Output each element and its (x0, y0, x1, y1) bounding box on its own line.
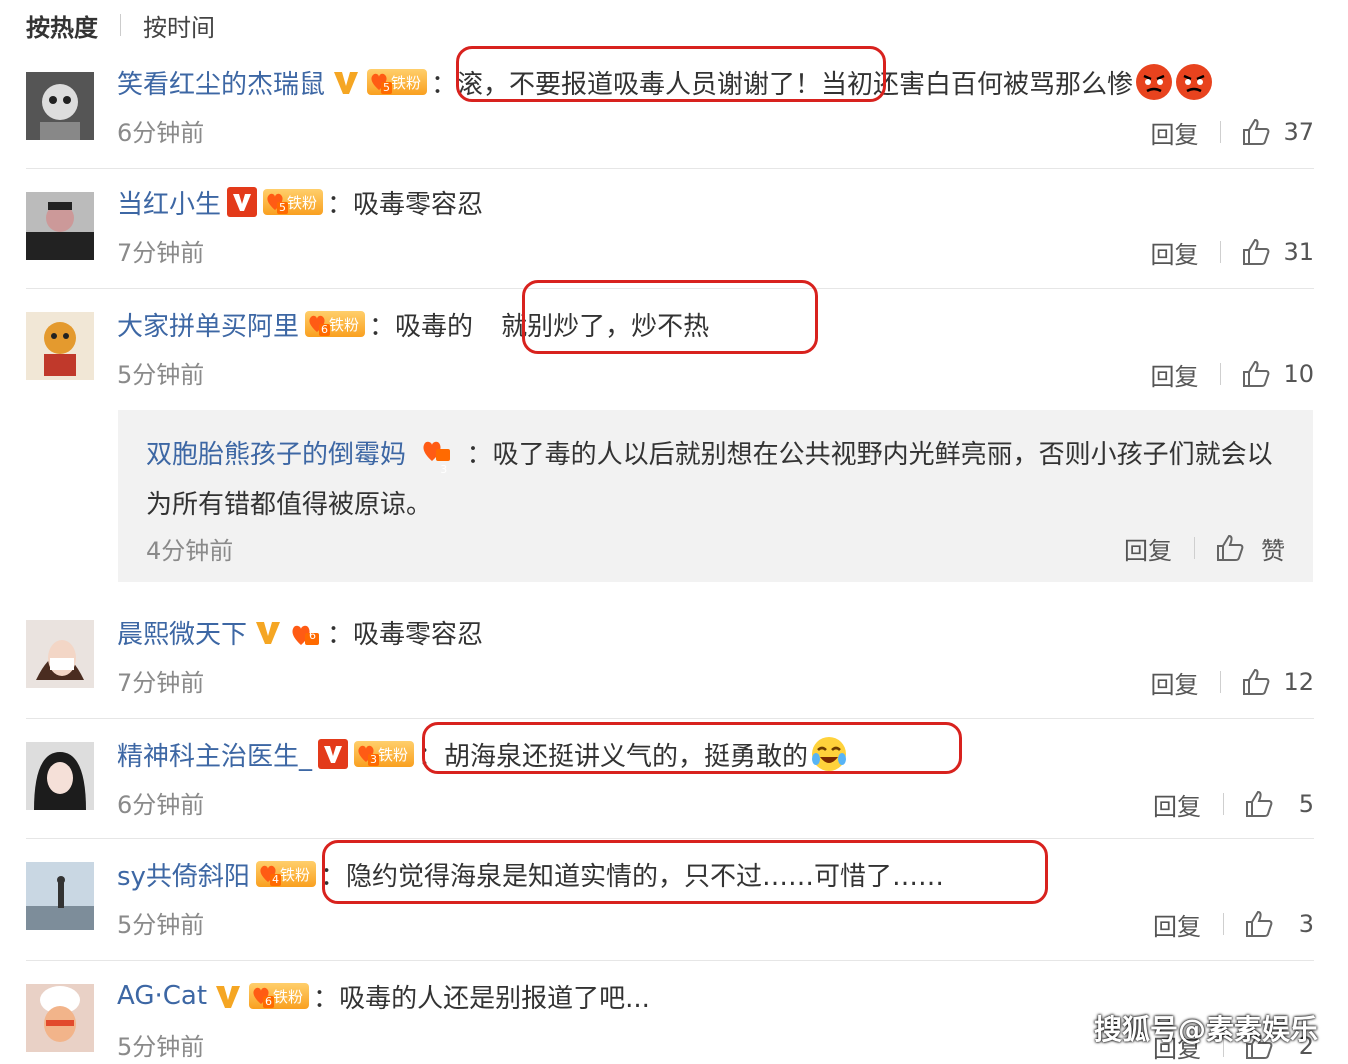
like-thumb-icon[interactable] (1241, 667, 1271, 697)
comment-time: 7分钟前 (117, 668, 205, 697)
sort-by-time-tab[interactable]: 按时间 (143, 8, 215, 43)
comment-text: 吸毒的人还是别报道了吧... (339, 983, 650, 1014)
reply-button[interactable]: 回复 (1153, 907, 1201, 942)
like-thumb-icon[interactable] (1241, 237, 1271, 267)
divider (26, 168, 1314, 169)
comment-text: 吸毒零容忍 (353, 619, 484, 650)
like-count: 31 (1283, 238, 1314, 266)
reply-button[interactable]: 回复 (1153, 787, 1201, 822)
username-link[interactable]: 笑看红尘的杰瑞鼠 (117, 64, 325, 101)
fan-badge: 5 铁粉 (263, 189, 324, 215)
like-thumb-icon[interactable] (1244, 909, 1274, 939)
reply-button[interactable]: 回复 (1150, 235, 1198, 270)
comment-text: 吸毒的 (395, 311, 474, 342)
watermark: 搜狐号@素素娱乐 (1093, 1013, 1318, 1046)
comment-time: 5分钟前 (117, 910, 205, 939)
sub-reply-content: 双胞胎熊孩子的倒霉妈 3 ：吸了毒的人以后就别想在公共视野内光鲜亮丽，否则小孩子… (146, 430, 1286, 530)
avatar[interactable] (26, 312, 94, 380)
like-count: 3 (1298, 910, 1314, 938)
comment-time: 5分钟前 (117, 360, 205, 389)
comment-item: 当红小生 5 铁粉 ：吸毒零容忍 7分钟前 回复 31 (26, 187, 1314, 282)
highlight-annotation (456, 46, 886, 102)
highlight-annotation (322, 840, 1048, 904)
comment-time: 7分钟前 (117, 238, 205, 267)
fan-badge: 4 铁粉 (255, 861, 316, 887)
avatar[interactable] (26, 984, 94, 1052)
like-thumb-icon[interactable] (1241, 359, 1271, 389)
heart-icon (423, 441, 451, 461)
sub-reply-actions: 回复 赞 (1124, 530, 1285, 566)
fan-badge: 6 (289, 617, 323, 647)
reply-button[interactable]: 回复 (1124, 531, 1172, 566)
comment-time: 5分钟前 (117, 1032, 205, 1061)
like-count: 10 (1283, 360, 1314, 388)
sort-by-hot-tab[interactable]: 按热度 (26, 8, 98, 43)
like-thumb-icon[interactable] (1241, 117, 1271, 147)
fan-badge: 6 铁粉 (249, 983, 310, 1009)
divider (26, 838, 1314, 839)
like-count: 5 (1298, 790, 1314, 818)
fan-badge: 3 铁粉 (354, 741, 415, 767)
verified-v-icon (216, 986, 241, 1008)
comment-time: 6分钟前 (117, 118, 205, 147)
verified-v-icon (334, 72, 359, 94)
like-label[interactable]: 赞 (1257, 531, 1285, 566)
reply-button[interactable]: 回复 (1150, 665, 1198, 700)
avatar[interactable] (26, 620, 94, 688)
avatar[interactable] (26, 862, 94, 930)
username-link[interactable]: AG·Cat (117, 981, 207, 1011)
verified-v-icon (227, 187, 258, 217)
comment-actions: 回复 31 (1150, 234, 1314, 270)
divider (26, 960, 1314, 961)
comment-actions: 回复 37 (1150, 114, 1314, 150)
sub-reply-time: 4分钟前 (146, 536, 234, 565)
comment-text: 吸毒零容忍 (353, 189, 484, 220)
comment-actions: 回复 3 (1153, 906, 1314, 942)
comment-actions: 回复 5 (1153, 786, 1314, 822)
highlight-annotation (422, 722, 962, 774)
like-thumb-icon[interactable] (1244, 789, 1274, 819)
like-thumb-icon[interactable] (1215, 533, 1245, 563)
username-link[interactable]: 大家拼单买阿里 (117, 306, 299, 343)
comment-actions: 回复 10 (1150, 356, 1314, 392)
sub-reply-username-link[interactable]: 双胞胎熊孩子的倒霉妈 (146, 440, 406, 470)
like-count: 12 (1283, 668, 1314, 696)
comment-line: 晨熙微天下 6 ：吸毒零容忍 (117, 614, 483, 650)
username-link[interactable]: 当红小生 (117, 184, 221, 221)
comment-line: AG·Cat 6 铁粉 ：吸毒的人还是别报道了吧... (117, 978, 650, 1014)
comment-line: 当红小生 5 铁粉 ：吸毒零容忍 (117, 184, 483, 220)
sub-reply-box: 双胞胎熊孩子的倒霉妈 3 ：吸了毒的人以后就别想在公共视野内光鲜亮丽，否则小孩子… (118, 410, 1313, 582)
like-count: 37 (1283, 118, 1314, 146)
fan-badge: 3 (420, 433, 454, 476)
angry-face-emoji-icon (1136, 64, 1173, 100)
verified-v-icon (256, 622, 281, 644)
avatar[interactable] (26, 72, 94, 140)
avatar[interactable] (26, 742, 94, 810)
comment-actions: 回复 12 (1150, 664, 1314, 700)
reply-button[interactable]: 回复 (1150, 115, 1198, 150)
username-link[interactable]: 晨熙微天下 (117, 614, 247, 651)
angry-face-emoji-icon (1176, 64, 1213, 100)
fan-badge: 6 铁粉 (305, 311, 366, 337)
verified-v-icon (318, 739, 349, 769)
username-link[interactable]: sy共倚斜阳 (117, 856, 250, 893)
comment-item: 晨熙微天下 6 ：吸毒零容忍 7分钟前 回复 12 (26, 620, 1314, 710)
reply-button[interactable]: 回复 (1150, 357, 1198, 392)
heart-icon (292, 625, 320, 645)
fan-badge: 5 铁粉 (367, 69, 428, 95)
highlight-annotation (522, 280, 818, 354)
sort-bar: 按热度 按时间 (26, 8, 215, 42)
comment-time: 6分钟前 (117, 790, 205, 819)
username-link[interactable]: 精神科主治医生_ (117, 736, 312, 773)
divider (26, 718, 1314, 719)
sort-divider (120, 14, 121, 36)
avatar[interactable] (26, 192, 94, 260)
